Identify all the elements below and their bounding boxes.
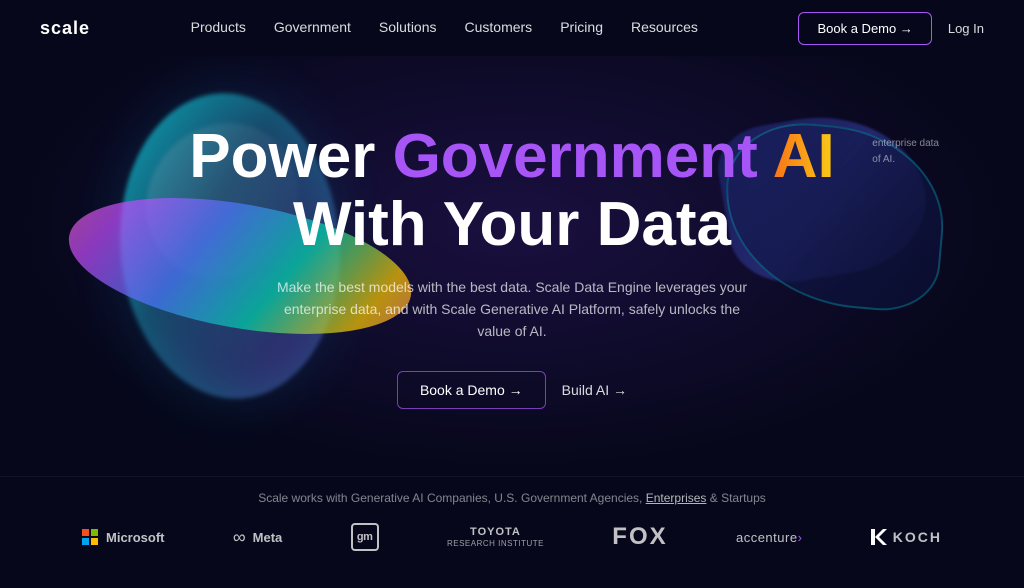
nav-item-customers[interactable]: Customers: [465, 19, 533, 37]
nav-actions: Book a Demo → Log In: [798, 12, 984, 45]
nav-link-pricing[interactable]: Pricing: [560, 19, 603, 35]
shape-text-overlay: enterprise dataof AI.: [872, 136, 939, 168]
navbar: scale Products Government Solutions Cust…: [0, 0, 1024, 56]
nav-item-solutions[interactable]: Solutions: [379, 19, 437, 37]
hero-title-power: Power: [189, 122, 392, 191]
logo-koch: KOCH: [871, 529, 942, 545]
fox-label: FOX: [612, 523, 667, 551]
hero-section: enterprise dataof AI. Power Government A…: [0, 56, 1024, 476]
hero-title: Power Government AI With Your Data: [189, 123, 834, 259]
toyota-line2: RESEARCH INSTITUTE: [447, 539, 544, 549]
logo-meta: ∞ Meta: [233, 527, 282, 548]
koch-label: KOCH: [871, 529, 942, 545]
meta-icon: ∞: [233, 527, 245, 548]
logos-section: Scale works with Generative AI Companies…: [0, 476, 1024, 571]
nav-link-customers[interactable]: Customers: [465, 19, 533, 35]
logos-tagline: Scale works with Generative AI Companies…: [40, 491, 984, 505]
ms-green: [91, 529, 98, 536]
nav-link-resources[interactable]: Resources: [631, 19, 698, 35]
gm-icon: gm: [351, 523, 379, 551]
hero-title-ai: AI: [773, 122, 835, 191]
koch-icon: [871, 529, 887, 545]
meta-label: Meta: [253, 530, 283, 545]
ms-yellow: [91, 538, 98, 545]
logo[interactable]: scale: [40, 18, 90, 39]
nav-link-government[interactable]: Government: [274, 19, 351, 35]
logo-gm: gm: [351, 523, 379, 551]
accenture-dot: ›: [798, 530, 803, 545]
gm-label: gm: [357, 531, 373, 543]
ms-blue: [82, 538, 89, 545]
toyota-label: TOYOTA RESEARCH INSTITUTE: [447, 526, 544, 549]
hero-title-line2: With Your Data: [293, 190, 731, 259]
koch-k-icon: [871, 529, 887, 545]
nav-item-resources[interactable]: Resources: [631, 19, 698, 37]
microsoft-label: Microsoft: [106, 530, 165, 545]
nav-item-pricing[interactable]: Pricing: [560, 19, 603, 37]
nav-link-products[interactable]: Products: [191, 19, 246, 35]
hero-build-ai-button[interactable]: Build AI →: [562, 382, 627, 398]
logo-fox: FOX: [612, 523, 667, 551]
logo-accenture: accenture›: [736, 530, 802, 545]
ms-red: [82, 529, 89, 536]
logos-tagline-prefix: Scale works with Generative AI Companies…: [258, 491, 646, 505]
hero-title-government: Government: [393, 122, 773, 191]
nav-links: Products Government Solutions Customers …: [191, 19, 698, 37]
logo-toyota: TOYOTA RESEARCH INSTITUTE: [447, 526, 544, 549]
toyota-line1: TOYOTA: [447, 526, 544, 539]
logos-tagline-suffix: & Startups: [706, 491, 765, 505]
hero-book-demo-button[interactable]: Book a Demo →: [397, 371, 546, 409]
logo-microsoft: Microsoft: [82, 529, 165, 545]
hero-buttons: Book a Demo → Build AI →: [189, 371, 834, 409]
logos-tagline-link[interactable]: Enterprises: [646, 491, 707, 505]
logos-row: Microsoft ∞ Meta gm TOYOTA RESEARCH INST…: [82, 523, 942, 551]
nav-link-solutions[interactable]: Solutions: [379, 19, 437, 35]
nav-item-products[interactable]: Products: [191, 19, 246, 37]
accenture-label: accenture›: [736, 530, 802, 545]
nav-book-demo-button[interactable]: Book a Demo →: [798, 12, 931, 45]
nav-login-button[interactable]: Log In: [948, 21, 984, 36]
microsoft-icon: [82, 529, 98, 545]
hero-content: Power Government AI With Your Data Make …: [189, 123, 834, 409]
hero-subtitle: Make the best models with the best data.…: [272, 276, 752, 343]
koch-text: KOCH: [893, 529, 942, 545]
nav-item-government[interactable]: Government: [274, 19, 351, 37]
